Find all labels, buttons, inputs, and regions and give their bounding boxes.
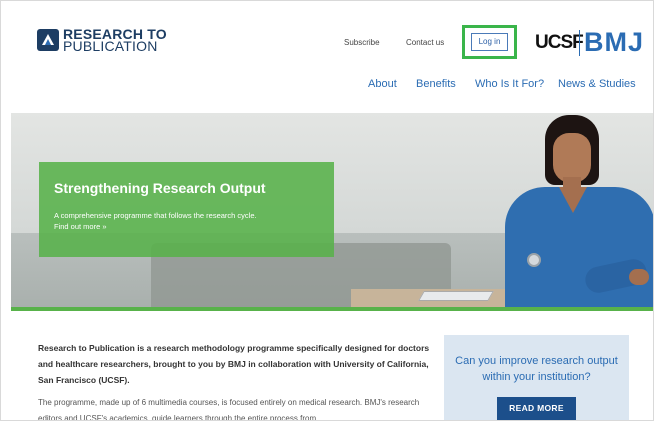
bmj-logo: BMJ <box>584 27 645 57</box>
logo-mark-icon <box>37 29 59 51</box>
promo-text: Can you improve research output within y… <box>455 355 618 383</box>
nav-benefits[interactable]: Benefits <box>416 78 456 90</box>
hero-description: A comprehensive programme that follows t… <box>54 211 257 220</box>
contact-us-link[interactable]: Contact us <box>406 38 444 47</box>
stethoscope-icon <box>527 253 541 267</box>
find-out-more-link[interactable]: Find out more » <box>54 222 319 231</box>
nav-about[interactable]: About <box>368 78 397 90</box>
hero-callout: Strengthening Research Output A comprehe… <box>39 162 334 257</box>
read-more-button[interactable]: READ MORE <box>497 397 576 420</box>
intro-paragraph: Research to Publication is a research me… <box>38 343 430 385</box>
hero-title: Strengthening Research Output <box>54 180 266 196</box>
tablet-shape <box>418 291 494 301</box>
nav-news-and-studies[interactable]: News & Studies <box>558 78 636 90</box>
body-paragraph: The programme, made up of 6 multimedia c… <box>38 398 420 421</box>
research-to-publication-logo[interactable]: RESEARCH TO PUBLICATION <box>37 27 167 54</box>
logo-line2: PUBLICATION <box>63 38 158 54</box>
nav-who-is-it-for[interactable]: Who Is It For? <box>475 78 544 90</box>
promo-panel: Can you improve research output within y… <box>444 335 629 420</box>
doctor-illustration <box>489 113 653 307</box>
logo-divider <box>579 30 580 56</box>
subscribe-link[interactable]: Subscribe <box>344 38 380 47</box>
page: RESEARCH TO PUBLICATION Subscribe Contac… <box>0 0 654 421</box>
ucsf-logo: UCSF <box>535 32 584 53</box>
login-button[interactable]: Log in <box>471 33 508 51</box>
hero-divider <box>11 307 653 311</box>
